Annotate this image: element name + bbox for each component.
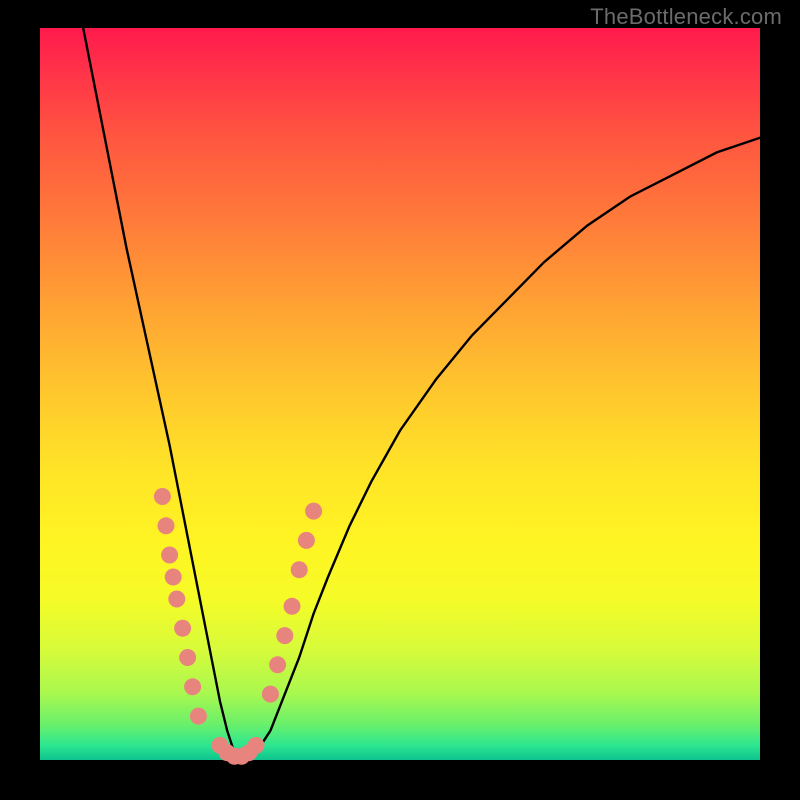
watermark-text: TheBottleneck.com — [590, 4, 782, 30]
data-point — [161, 547, 178, 564]
data-point — [262, 686, 279, 703]
data-point — [165, 569, 182, 586]
data-point — [174, 620, 191, 637]
data-point — [158, 517, 175, 534]
curve-svg — [40, 28, 760, 760]
data-point — [154, 488, 171, 505]
data-point — [168, 591, 185, 608]
scatter-dots — [154, 488, 322, 765]
data-point — [284, 598, 301, 615]
data-point — [276, 627, 293, 644]
data-point — [179, 649, 196, 666]
data-point — [298, 532, 315, 549]
data-point — [291, 561, 308, 578]
data-point — [269, 656, 286, 673]
data-point — [184, 678, 201, 695]
chart-frame: TheBottleneck.com — [0, 0, 800, 800]
plot-area — [40, 28, 760, 760]
data-point — [248, 737, 265, 754]
data-point — [190, 708, 207, 725]
data-point — [305, 503, 322, 520]
